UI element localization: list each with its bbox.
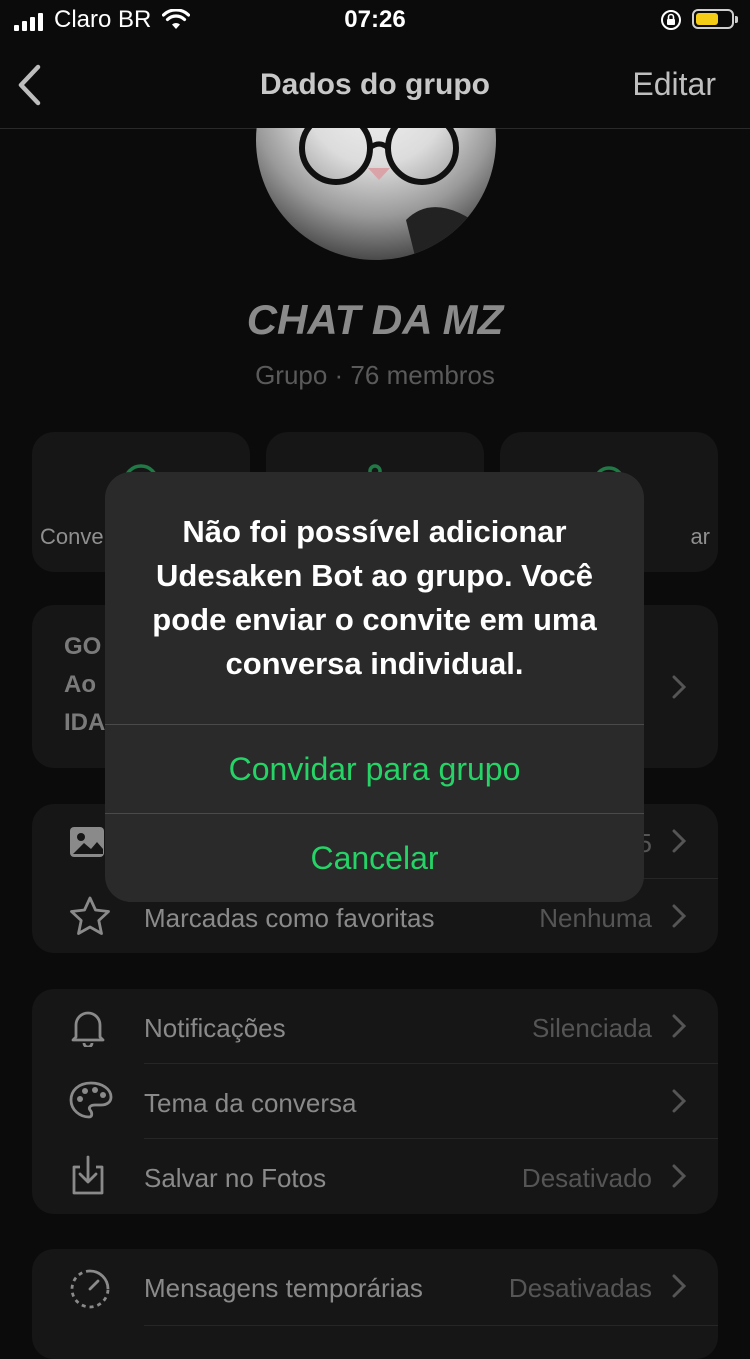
disappearing-messages-value: Desativadas (508, 1273, 652, 1303)
save-to-photos-label: Salvar no Fotos (144, 1163, 327, 1193)
chevron-right-icon (672, 675, 686, 699)
settings-section: Notificações Silenciada Tema da conversa… (32, 989, 718, 1214)
group-name: CHAT DA MZ (246, 296, 504, 343)
cancel-button[interactable]: Cancelar (105, 813, 644, 902)
clock: 07:26 (344, 6, 406, 33)
chat-theme-label: Tema da conversa (144, 1088, 357, 1118)
description-line: Ao (64, 671, 96, 698)
battery-level (696, 13, 719, 25)
chevron-right-icon (672, 1274, 686, 1298)
save-to-photos-row[interactable]: Salvar no Fotos Desativado (32, 1139, 718, 1213)
status-bar: Claro BR 07:26 (0, 0, 750, 42)
notifications-label: Notificações (144, 1013, 286, 1043)
bell-icon (71, 1011, 105, 1047)
disappearing-messages-label: Mensagens temporárias (144, 1273, 423, 1303)
starred-messages-label: Marcadas como favoritas (144, 903, 435, 933)
group-avatar[interactable] (256, 128, 496, 260)
privacy-section: Mensagens temporárias Desativadas (32, 1249, 718, 1359)
group-member-count[interactable]: Grupo · 76 membros (0, 360, 750, 391)
save-download-icon (72, 1155, 104, 1195)
save-to-photos-value: Desativado (521, 1163, 652, 1193)
description-line: GO (64, 633, 102, 660)
starred-messages-value: Nenhuma (539, 903, 652, 933)
divider (144, 1325, 718, 1326)
notifications-row[interactable]: Notificações Silenciada (32, 989, 718, 1063)
chat-theme-row[interactable]: Tema da conversa (32, 1064, 718, 1138)
rotation-lock-icon (661, 10, 681, 30)
timer-icon (70, 1269, 110, 1309)
description-line: IDA (64, 709, 106, 736)
photo-icon (70, 827, 104, 857)
palette-icon (69, 1081, 113, 1119)
edit-button[interactable]: Editar (632, 66, 716, 103)
chevron-right-icon (672, 829, 686, 853)
navigation-bar: Dados do grupo Editar (0, 42, 750, 129)
invite-to-group-button[interactable]: Convidar para grupo (105, 724, 644, 813)
chevron-right-icon (672, 904, 686, 928)
chevron-right-icon (672, 1014, 686, 1038)
chevron-right-icon (672, 1164, 686, 1188)
notifications-value: Silenciada (532, 1013, 652, 1043)
battery-icon (692, 9, 738, 29)
chevron-right-icon (672, 1089, 686, 1113)
cat-photo (299, 128, 486, 260)
alert-dialog: Não foi possível adicionar Udesaken Bot … (105, 472, 644, 902)
disappearing-messages-row[interactable]: Mensagens temporárias Desativadas (32, 1249, 718, 1325)
alert-message: Não foi possível adicionar Udesaken Bot … (152, 514, 597, 681)
